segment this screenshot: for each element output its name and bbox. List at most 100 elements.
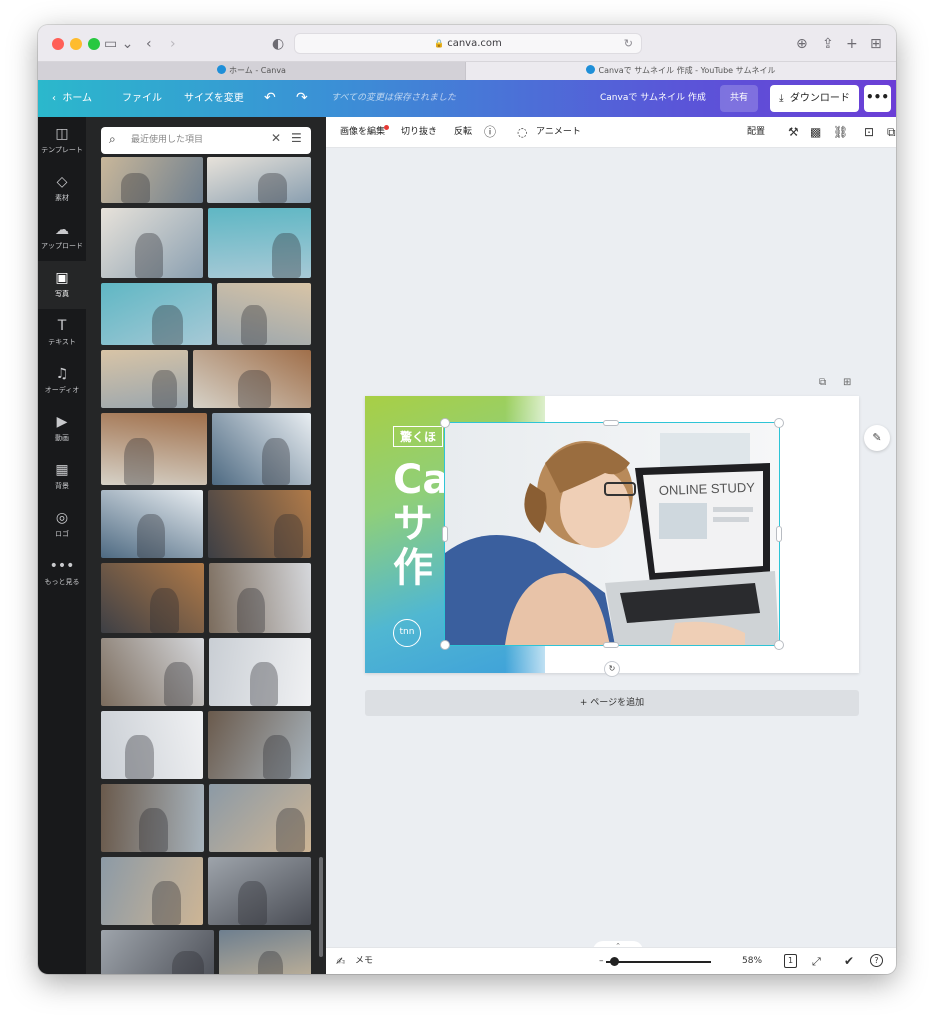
comment-icon[interactable]: ✎	[864, 425, 890, 451]
downloads-icon[interactable]: ⊕	[796, 35, 808, 53]
panel-scrollbar[interactable]	[319, 857, 323, 957]
photo-thumbnail[interactable]	[207, 157, 311, 203]
resize-handle-bottom-right[interactable]	[775, 641, 783, 649]
flip-button[interactable]: 反転	[454, 117, 472, 148]
photo-thumbnail[interactable]	[101, 784, 204, 852]
photo-search-field[interactable]: ⌕ 最近使用した項目 ✕ ☰	[101, 127, 311, 154]
redo-icon[interactable]: ↷	[296, 80, 308, 117]
copy-page-icon[interactable]: ⧉	[819, 377, 826, 388]
design-title-line-2[interactable]: サ	[393, 502, 433, 546]
photo-thumbnail[interactable]	[209, 638, 311, 706]
transparency-icon[interactable]: ▩	[810, 117, 821, 148]
photo-thumbnail[interactable]	[101, 350, 188, 408]
photo-thumbnail[interactable]	[209, 784, 311, 852]
photo-thumbnail[interactable]	[101, 857, 203, 925]
close-window-button[interactable]	[52, 38, 64, 50]
resize-handle-left[interactable]	[443, 527, 447, 541]
rail-item-photos[interactable]: ▣ 写真	[38, 261, 86, 309]
add-page-button[interactable]: + ページを追加	[365, 690, 859, 716]
rail-item-audio[interactable]: ♫ オーディオ	[38, 357, 86, 405]
rail-item-elements[interactable]: ◇ 素材	[38, 165, 86, 213]
photo-thumbnail[interactable]	[101, 208, 203, 278]
position-button[interactable]: 配置	[747, 117, 765, 148]
page-count-button[interactable]: 1	[784, 948, 797, 974]
rotate-icon[interactable]: ↻	[605, 662, 619, 676]
resize-handle-bottom[interactable]	[604, 643, 618, 647]
rail-item-video[interactable]: ▶ 動画	[38, 405, 86, 453]
zoom-minus-icon[interactable]: –	[599, 948, 604, 974]
address-bar[interactable]: 🔒 canva.com ↻	[294, 33, 642, 54]
zoom-slider-knob[interactable]	[610, 957, 619, 966]
photo-thumbnail[interactable]	[101, 711, 203, 779]
back-icon[interactable]: ‹	[146, 35, 152, 53]
photo-thumbnail[interactable]	[212, 413, 311, 485]
selected-photo-element[interactable]: ONLINE STUDY	[444, 422, 780, 646]
tab-home[interactable]: ホーム - Canva	[38, 62, 466, 80]
share-icon[interactable]: ⇪	[822, 35, 834, 53]
photo-thumbnail[interactable]	[101, 490, 203, 558]
rail-item-text[interactable]: T テキスト	[38, 309, 86, 357]
duplicate-icon[interactable]: ⧉	[887, 117, 896, 148]
fullscreen-icon[interactable]: ⤢	[812, 948, 821, 974]
undo-icon[interactable]: ↶	[264, 80, 276, 117]
animate-button[interactable]: アニメート	[536, 117, 581, 148]
minimize-window-button[interactable]	[70, 38, 82, 50]
photo-thumbnail[interactable]	[208, 711, 311, 779]
notes-button[interactable]: メモ	[355, 948, 373, 974]
animate-icon[interactable]: ◌	[517, 117, 527, 148]
resize-handle-top-right[interactable]	[775, 419, 783, 427]
rail-item-more[interactable]: ••• もっと見る	[38, 549, 86, 597]
photo-thumbnail[interactable]	[101, 283, 212, 345]
resize-button[interactable]: サイズを変更	[184, 80, 244, 117]
photo-thumbnail[interactable]	[219, 930, 311, 974]
zoom-window-button[interactable]	[88, 38, 100, 50]
home-button[interactable]: ‹ ホーム	[52, 80, 92, 117]
rail-item-uploads[interactable]: ☁ アップロード	[38, 213, 86, 261]
photo-thumbnail[interactable]	[101, 157, 203, 203]
photo-thumbnail[interactable]	[193, 350, 311, 408]
design-title-line-1[interactable]: Ca	[393, 458, 449, 502]
lock-icon[interactable]: ⊡	[864, 117, 874, 148]
resize-handle-top-left[interactable]	[441, 419, 449, 427]
zoom-slider[interactable]	[606, 961, 711, 963]
rail-item-templates[interactable]: ◫ テンプレート	[38, 117, 86, 165]
photo-thumbnail[interactable]	[208, 208, 311, 278]
notes-icon[interactable]: ✍	[336, 948, 345, 974]
file-menu[interactable]: ファイル	[122, 80, 162, 117]
share-button[interactable]: 共有	[720, 85, 758, 112]
photo-thumbnail[interactable]	[208, 857, 311, 925]
sidebar-toggle-icon[interactable]: ▭ ⌄	[104, 35, 133, 53]
download-button[interactable]: ⤓ ダウンロード	[770, 85, 859, 112]
tab-overview-icon[interactable]: ⊞	[870, 35, 882, 53]
design-logo[interactable]: tnn	[393, 619, 421, 647]
photo-thumbnail[interactable]	[209, 563, 311, 633]
photo-thumbnail[interactable]	[208, 490, 311, 558]
photo-thumbnail[interactable]	[217, 283, 311, 345]
resize-handle-bottom-left[interactable]	[441, 641, 449, 649]
new-tab-icon[interactable]: +	[846, 35, 858, 53]
privacy-shield-icon[interactable]: ◐	[272, 35, 284, 53]
photo-thumbnail[interactable]	[101, 930, 214, 974]
check-icon[interactable]: ✔	[844, 948, 854, 974]
link-icon[interactable]: ⛓	[833, 117, 848, 148]
rail-item-background[interactable]: ▦ 背景	[38, 453, 86, 501]
more-options-button[interactable]: •••	[864, 85, 891, 112]
zoom-value[interactable]: 58%	[742, 948, 762, 974]
help-button[interactable]: ?	[870, 948, 883, 974]
rail-item-logo[interactable]: ◎ ロゴ	[38, 501, 86, 549]
info-icon[interactable]: ⓘ	[484, 117, 496, 148]
filter-icon[interactable]: ☰	[291, 131, 302, 145]
resize-handle-right[interactable]	[777, 527, 781, 541]
document-title[interactable]: Canvaで サムネイル 作成	[600, 80, 706, 117]
design-title-line-3[interactable]: 作	[393, 546, 433, 590]
add-page-icon[interactable]: ⊞	[843, 377, 851, 388]
clear-search-icon[interactable]: ✕	[271, 131, 281, 145]
photo-thumbnail[interactable]	[101, 413, 207, 485]
edit-image-button[interactable]: 画像を編集	[340, 117, 385, 148]
paint-roller-icon[interactable]: ⚒	[788, 117, 799, 148]
crop-button[interactable]: 切り抜き	[401, 117, 437, 148]
photo-thumbnail[interactable]	[101, 563, 204, 633]
resize-handle-top[interactable]	[604, 421, 618, 425]
forward-icon[interactable]: ›	[170, 35, 176, 53]
photo-thumbnail[interactable]	[101, 638, 204, 706]
